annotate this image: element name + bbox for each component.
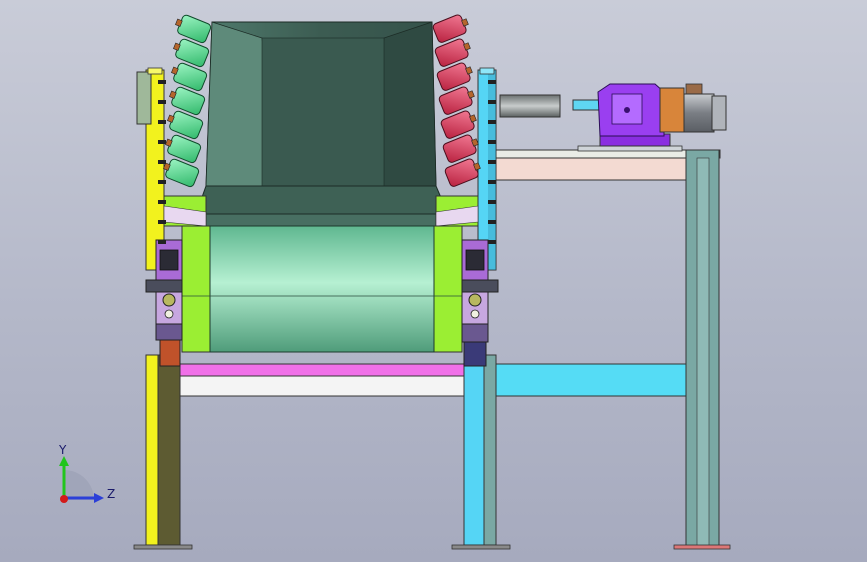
idler-set-right[interactable] [432, 12, 483, 187]
crossbar-magenta[interactable] [179, 363, 465, 377]
bolt-right [488, 100, 496, 104]
frame-left-leg[interactable] [145, 354, 159, 546]
bolt-left [158, 120, 166, 124]
idler-set-left[interactable] [161, 13, 212, 188]
frame-right-foot[interactable] [451, 544, 511, 550]
motor-body[interactable] [683, 93, 715, 133]
chute-skirt[interactable] [195, 185, 449, 215]
triad-z-label: Z [107, 487, 115, 501]
cad-viewport[interactable] [0, 0, 867, 562]
bolt-left [158, 100, 166, 104]
frame-right-leg[interactable] [463, 354, 485, 546]
drive-motor-gearbox[interactable] [499, 83, 727, 152]
frame-right-cap[interactable] [479, 67, 495, 75]
bolt-left [158, 80, 166, 84]
frame-left-cap[interactable] [147, 67, 163, 75]
idler-roller-right[interactable] [432, 12, 471, 43]
bolt-right [488, 240, 496, 244]
pulley-drum[interactable] [209, 225, 435, 353]
bolt-right [488, 140, 496, 144]
idler-roller-left[interactable] [173, 13, 212, 44]
triad-z-arrow [94, 493, 104, 503]
frame-right-leg-inner[interactable] [483, 354, 497, 546]
support-foot[interactable] [673, 544, 731, 550]
bolt-right [488, 220, 496, 224]
triad-origin [60, 495, 68, 503]
crossbar-white[interactable] [179, 375, 465, 397]
support-table-beam[interactable] [495, 157, 687, 181]
pulley-flange-left[interactable] [181, 225, 211, 353]
lower-crossbars[interactable] [179, 363, 465, 397]
gearbox-base[interactable] [577, 145, 683, 152]
chute-lip[interactable] [195, 213, 449, 227]
bolt-left [158, 160, 166, 164]
bolt-right [488, 160, 496, 164]
bolt-left [158, 200, 166, 204]
bolt-left [158, 240, 166, 244]
pulley-flange-right[interactable] [433, 225, 463, 353]
bolt-right [488, 120, 496, 124]
frame-left-foot[interactable] [133, 544, 193, 550]
bolt-right [488, 180, 496, 184]
bolt-right [488, 200, 496, 204]
triad-y-label: Y [58, 443, 67, 457]
drive-shaft[interactable] [499, 94, 561, 118]
coupling-shaft[interactable] [572, 99, 602, 111]
bolt-left [158, 220, 166, 224]
drive-support-frame[interactable] [495, 149, 731, 550]
bolt-left [158, 140, 166, 144]
bolt-left [158, 180, 166, 184]
frame-left-leg-inner[interactable] [157, 354, 181, 546]
bolt-right [488, 80, 496, 84]
head-pulley[interactable] [181, 225, 463, 353]
view-triad[interactable]: Y Z [48, 440, 118, 510]
support-cross-member[interactable] [495, 363, 687, 397]
triad-arc [64, 470, 94, 500]
motor-fan-cover[interactable] [711, 95, 727, 131]
motor-flange[interactable] [659, 87, 685, 133]
triad-y-arrow [59, 456, 69, 466]
discharge-chute[interactable] [195, 21, 449, 227]
